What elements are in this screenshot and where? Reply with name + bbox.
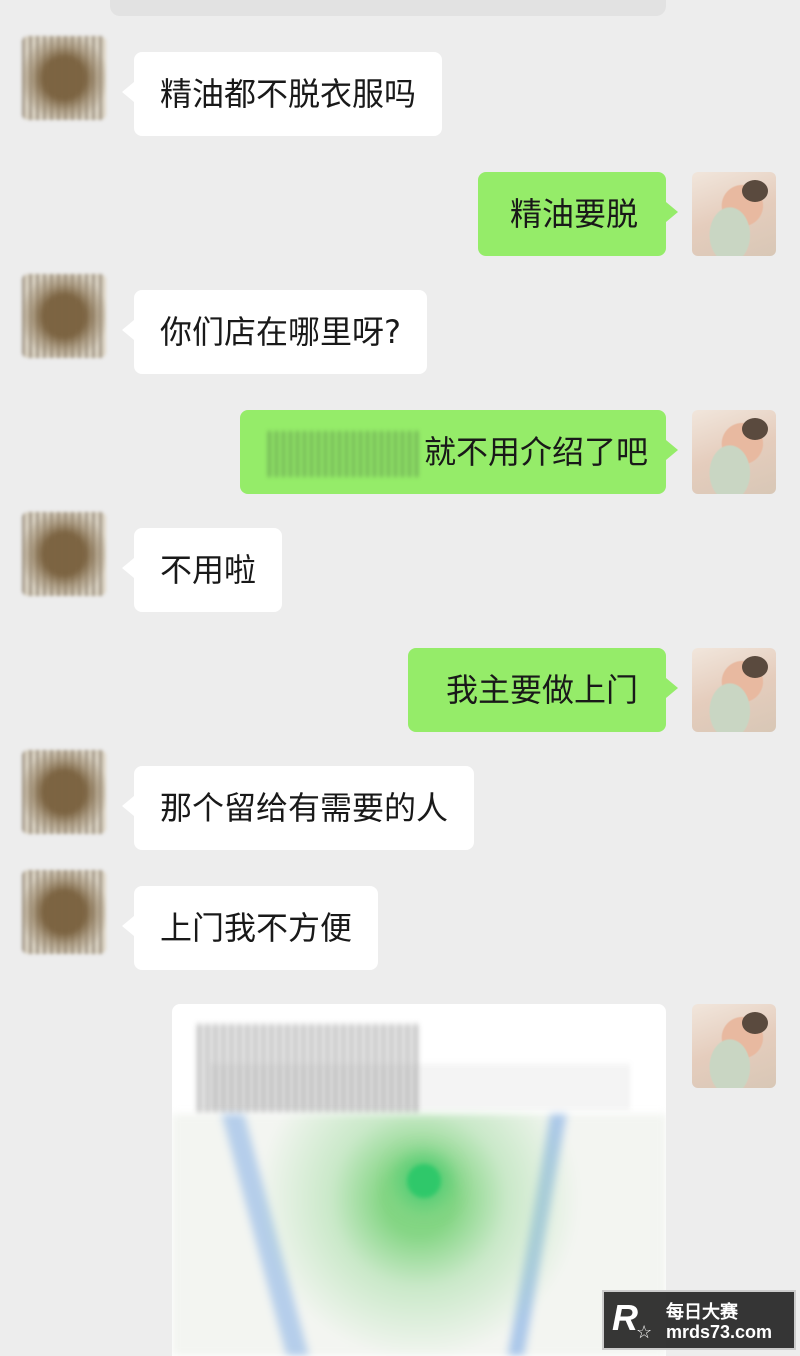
sent-message-bubble[interactable]: 精油要脱 xyxy=(478,172,678,256)
map-pin-icon xyxy=(407,1164,441,1198)
user-avatar[interactable] xyxy=(692,410,776,494)
contact-avatar[interactable] xyxy=(22,512,106,596)
sent-message-text: 就不用介绍了吧 xyxy=(424,433,649,471)
received-message-bubble[interactable]: 上门我不方便 xyxy=(121,886,379,970)
top-message-edge xyxy=(110,0,666,16)
received-message-bubble[interactable]: 你们店在哪里呀? xyxy=(122,290,427,374)
received-message-bubble[interactable]: 不用啦 xyxy=(121,528,283,612)
watermark-name: 每日大赛 xyxy=(666,1302,738,1322)
contact-avatar[interactable] xyxy=(22,36,106,120)
sent-message-bubble[interactable]: 我主要做上门 xyxy=(408,648,678,732)
contact-avatar[interactable] xyxy=(22,274,106,358)
sent-message-bubble[interactable]: 就不用介绍了吧 xyxy=(240,410,678,494)
user-avatar[interactable] xyxy=(692,648,776,732)
redacted-text xyxy=(268,431,418,477)
map-preview xyxy=(172,1114,666,1356)
star-icon: ☆ xyxy=(636,1322,653,1342)
user-avatar[interactable] xyxy=(692,1004,776,1088)
user-avatar[interactable] xyxy=(692,172,776,256)
received-message-bubble[interactable]: 那个留给有需要的人 xyxy=(121,766,475,850)
redacted-location-address xyxy=(212,1064,632,1110)
contact-avatar[interactable] xyxy=(22,750,106,834)
contact-avatar[interactable] xyxy=(22,870,106,954)
site-watermark: R ☆ 每日大赛 mrds73.com xyxy=(602,1290,796,1350)
watermark-logo: R xyxy=(612,1297,638,1338)
received-message-bubble[interactable]: 精油都不脱衣服吗 xyxy=(121,52,443,136)
watermark-url: mrds73.com xyxy=(666,1322,773,1342)
location-card[interactable] xyxy=(172,1004,666,1356)
